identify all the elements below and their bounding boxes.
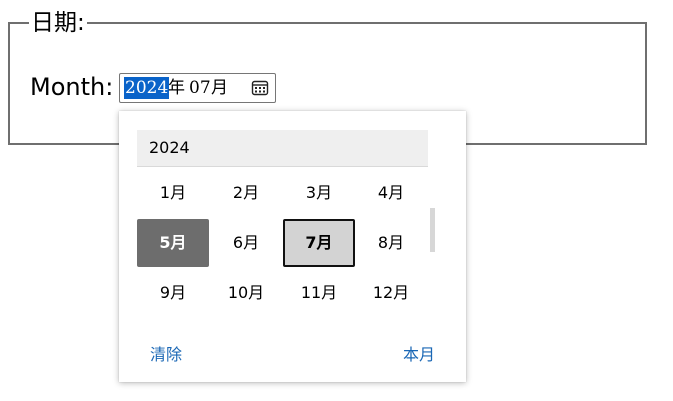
fieldset-legend: 日期:	[29, 8, 87, 38]
month-cell[interactable]: 3月	[283, 169, 355, 217]
month-cell[interactable]: 10月	[210, 269, 282, 317]
page: 日期: Month: 2024 年 07 月 2024 1月 2月 3月 4月 5月 6月…	[0, 0, 673, 401]
calendar-icon[interactable]	[251, 79, 269, 97]
picker-scrollbar[interactable]	[430, 208, 435, 252]
month-cell[interactable]: 11月	[283, 269, 355, 317]
month-suffix: 月	[211, 78, 228, 98]
year-segment[interactable]: 2024	[124, 77, 170, 99]
month-cell[interactable]: 9月	[137, 269, 209, 317]
year-separator: 年	[168, 78, 185, 98]
month-label: Month:	[30, 73, 114, 101]
this-month-button[interactable]: 本月	[403, 344, 435, 366]
month-picker-popup: 2024 1月 2月 3月 4月 5月 6月 7月 8月 9月 10月 11月 12月 清除 本月	[119, 111, 466, 382]
month-input[interactable]: 2024 年 07 月	[119, 73, 276, 103]
month-cell[interactable]: 12月	[355, 269, 427, 317]
month-cell[interactable]: 5月	[137, 219, 209, 267]
month-cell[interactable]: 1月	[137, 169, 209, 217]
month-segment[interactable]: 07	[189, 77, 211, 99]
month-cell[interactable]: 4月	[355, 169, 427, 217]
year-header[interactable]: 2024	[137, 130, 428, 167]
month-cell[interactable]: 7月	[283, 219, 355, 267]
month-cell[interactable]: 6月	[210, 219, 282, 267]
month-cell[interactable]: 8月	[355, 219, 427, 267]
clear-button[interactable]: 清除	[150, 344, 182, 366]
month-cell[interactable]: 2月	[210, 169, 282, 217]
